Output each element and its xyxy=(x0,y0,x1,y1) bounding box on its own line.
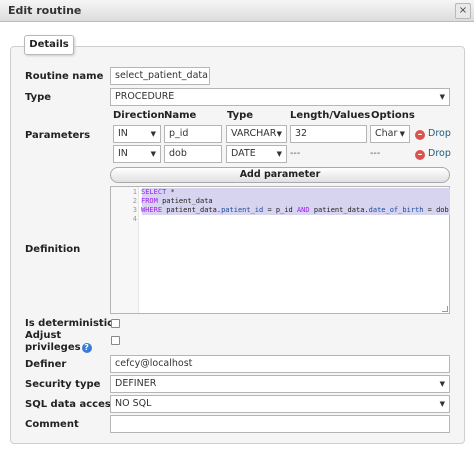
drop-param-button[interactable]: – Drop xyxy=(415,148,451,160)
chevron-down-icon: ▼ xyxy=(439,380,445,388)
param-type-select[interactable]: VARCHAR ▼ xyxy=(226,125,287,143)
sql-text: patient_data xyxy=(157,197,213,205)
resize-handle-icon[interactable] xyxy=(442,306,448,312)
help-icon[interactable]: ? xyxy=(81,343,92,353)
security-type-select[interactable]: DEFINER ▼ xyxy=(110,375,450,393)
chevron-down-icon: ▼ xyxy=(399,130,405,138)
definition-editor[interactable]: 1 2 3 4 SELECT * FROM patient_data WHERE… xyxy=(110,186,450,314)
sql-keyword: WHERE xyxy=(141,206,163,214)
code-line: FROM patient_data xyxy=(141,197,213,206)
param-direction-select[interactable]: IN ▼ xyxy=(113,145,161,163)
param-length-placeholder: --- xyxy=(290,148,301,159)
sql-keyword: SELECT xyxy=(141,188,167,196)
routine-name-label: Routine name xyxy=(25,71,104,82)
param-options-value: Char xyxy=(375,128,398,139)
sql-attribute: patient_id xyxy=(221,206,264,214)
sql-attribute: date_of_birth xyxy=(368,206,424,214)
routine-name-input[interactable]: select_patient_data xyxy=(110,67,210,85)
param-header-type: Type xyxy=(227,110,254,121)
sql-text: patient_data. xyxy=(309,206,369,214)
drop-param-button[interactable]: – Drop xyxy=(415,128,451,140)
param-name-input[interactable]: p_id xyxy=(164,125,222,143)
adjust-privileges-checkbox[interactable] xyxy=(111,336,120,345)
close-icon[interactable]: × xyxy=(455,3,471,19)
type-label: Type xyxy=(25,92,52,103)
sql-text: patient_data. xyxy=(162,206,222,214)
param-options-placeholder: --- xyxy=(370,148,381,159)
chevron-down-icon: ▼ xyxy=(276,130,282,138)
definer-input[interactable]: cefcy@localhost xyxy=(110,355,450,373)
param-type-value: VARCHAR xyxy=(231,128,277,139)
type-select[interactable]: PROCEDURE ▼ xyxy=(110,88,450,106)
chevron-down-icon: ▼ xyxy=(150,130,156,138)
chevron-down-icon: ▼ xyxy=(276,150,282,158)
tab-details[interactable]: Details xyxy=(24,35,74,55)
sql-keyword: AND xyxy=(296,206,310,214)
sql-data-access-value: NO SQL xyxy=(115,398,152,409)
sql-text: * xyxy=(166,188,175,196)
drop-label: Drop xyxy=(428,148,451,159)
param-direction-select[interactable]: IN ▼ xyxy=(113,125,161,143)
security-type-label: Security type xyxy=(25,379,101,390)
param-direction-value: IN xyxy=(118,128,128,139)
definition-label: Definition xyxy=(25,244,81,255)
param-header-direction: Direction xyxy=(113,110,165,121)
adjust-privileges-label-line1: Adjust xyxy=(25,330,62,341)
param-header-options: Options xyxy=(371,110,415,121)
param-header-length: Length/Values xyxy=(290,110,371,121)
add-parameter-button[interactable]: Add parameter xyxy=(110,167,450,183)
line-number: 2 xyxy=(132,197,137,205)
param-name-input[interactable]: dob xyxy=(164,145,222,163)
sql-data-access-select[interactable]: NO SQL ▼ xyxy=(110,395,450,413)
is-deterministic-checkbox[interactable] xyxy=(111,319,120,328)
param-length-input[interactable]: 32 xyxy=(290,125,367,143)
adjust-privileges-label: privileges? xyxy=(25,342,92,353)
adjust-privileges-label-line2: privileges xyxy=(25,342,81,353)
param-direction-value: IN xyxy=(118,148,128,159)
comment-input[interactable] xyxy=(110,415,450,433)
line-number: 1 xyxy=(132,188,137,196)
param-type-value: DATE xyxy=(231,148,256,159)
is-deterministic-label: Is deterministic xyxy=(25,318,114,329)
code-line: WHERE patient_data.patient_id = p_id AND… xyxy=(141,206,449,215)
sql-keyword: FROM xyxy=(141,197,158,205)
minus-icon: – xyxy=(415,130,425,140)
sql-text: = dob xyxy=(423,206,449,214)
parameters-label: Parameters xyxy=(25,130,91,141)
param-header-name: Name xyxy=(164,110,197,121)
chevron-down-icon: ▼ xyxy=(439,400,445,408)
type-select-value: PROCEDURE xyxy=(115,91,175,102)
line-number: 4 xyxy=(132,215,137,223)
param-type-select[interactable]: DATE ▼ xyxy=(226,145,287,163)
chevron-down-icon: ▼ xyxy=(150,150,156,158)
chevron-down-icon: ▼ xyxy=(439,93,445,101)
dialog-titlebar: Edit routine × xyxy=(0,0,474,22)
security-type-value: DEFINER xyxy=(115,378,157,389)
sql-text: = p_id xyxy=(263,206,297,214)
param-options-select[interactable]: Char ▼ xyxy=(370,125,410,143)
minus-icon: – xyxy=(415,150,425,160)
drop-label: Drop xyxy=(428,128,451,139)
sql-data-access-label: SQL data access xyxy=(25,399,117,410)
line-number: 3 xyxy=(132,206,137,214)
dialog-title: Edit routine xyxy=(8,4,82,17)
code-line: SELECT * xyxy=(141,188,175,197)
definer-label: Definer xyxy=(25,359,67,370)
comment-label: Comment xyxy=(25,419,79,430)
